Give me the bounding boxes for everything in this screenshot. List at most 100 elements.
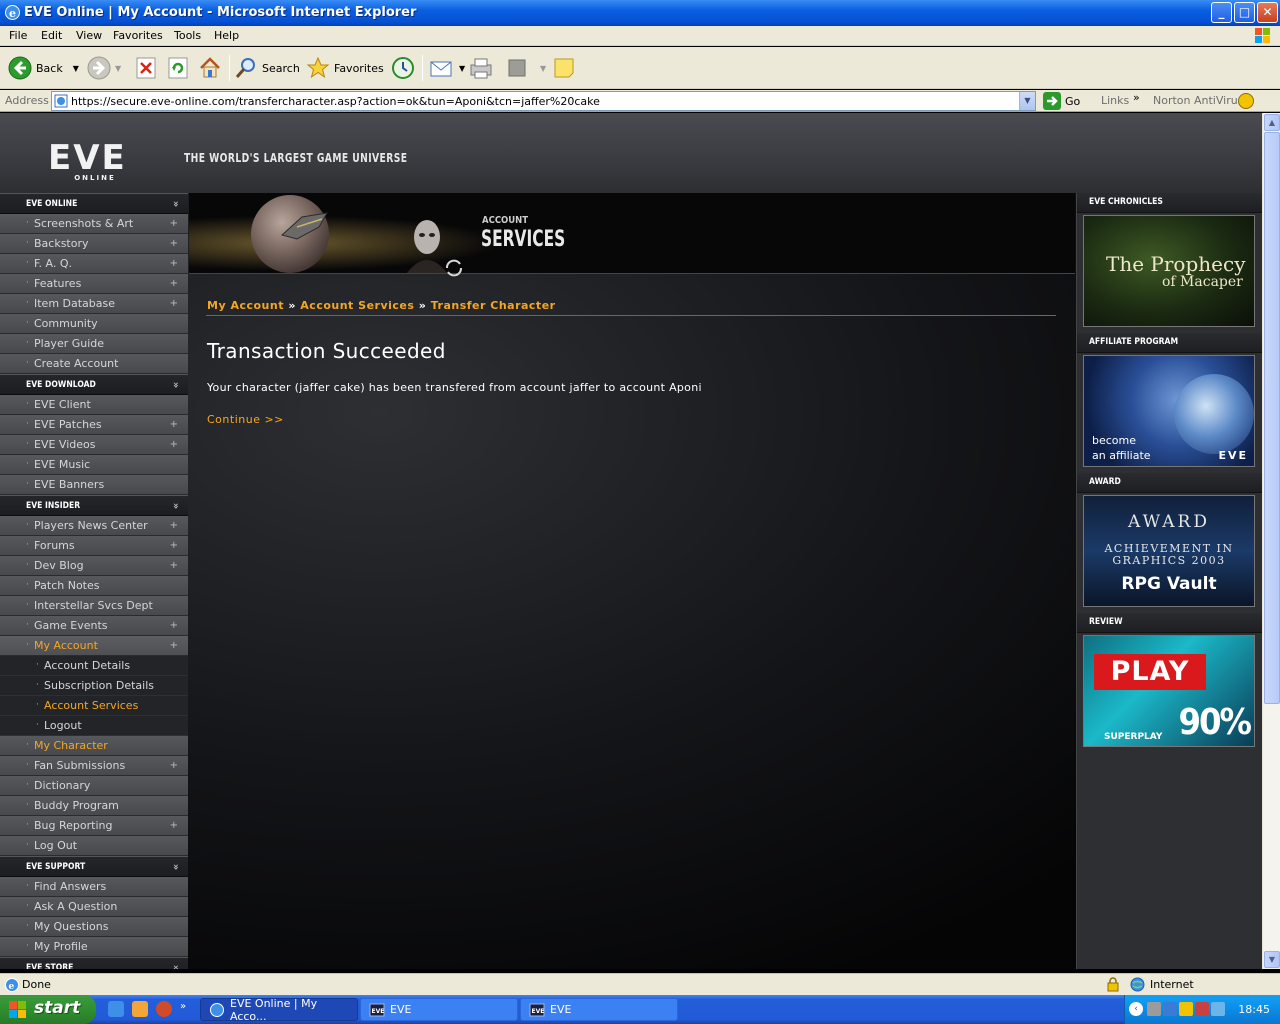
sidebar-item-eve-videos[interactable]: · EVE Videos +	[0, 435, 188, 455]
refresh-button[interactable]	[168, 54, 188, 82]
collapse-chevron-icon[interactable]: »	[165, 201, 185, 207]
nav-section-eve-store[interactable]: EVE STORE »	[0, 957, 188, 969]
expand-plus-icon[interactable]: +	[170, 435, 178, 454]
home-button[interactable]	[198, 54, 222, 82]
eve-online-logo[interactable]: EVE ONLINE	[48, 137, 146, 183]
affiliate-banner[interactable]: become an affiliate EVE	[1083, 355, 1255, 467]
maximize-button[interactable]: □	[1234, 2, 1255, 23]
award-banner[interactable]: AWARD ACHIEVEMENT IN GRAPHICS 2003 RPG V…	[1083, 495, 1255, 607]
chronicles-banner[interactable]: The Prophecy of Macaper	[1083, 215, 1255, 327]
breadcrumb-my-account[interactable]: My Account	[207, 299, 284, 312]
continue-link[interactable]: Continue >>	[207, 413, 284, 426]
menu-file[interactable]: File	[9, 29, 27, 42]
scroll-up-icon[interactable]: ▲	[1264, 114, 1280, 131]
menu-tools[interactable]: Tools	[174, 29, 201, 42]
mail-button[interactable]: ▼	[429, 54, 465, 82]
expand-plus-icon[interactable]: +	[170, 254, 178, 273]
nav-section-eve-online[interactable]: EVE ONLINE »	[0, 193, 188, 214]
review-banner[interactable]: PLAY SUPERPLAY 90%	[1083, 635, 1255, 747]
address-input[interactable]: https://secure.eve-online.com/transferch…	[51, 91, 1036, 111]
sidebar-item-fan-submissions[interactable]: · Fan Submissions +	[0, 756, 188, 776]
sidebar-item-dictionary[interactable]: · Dictionary	[0, 776, 188, 796]
vertical-scrollbar[interactable]: ▲ ▼	[1262, 113, 1280, 969]
menu-help[interactable]: Help	[214, 29, 239, 42]
sidebar-item-my-character[interactable]: · My Character	[0, 736, 188, 756]
go-button[interactable]: Go	[1043, 92, 1080, 110]
search-button[interactable]: Search	[234, 54, 300, 82]
scroll-down-icon[interactable]: ▼	[1264, 951, 1280, 968]
sidebar-item-interstellar-svcs-dept[interactable]: · Interstellar Svcs Dept	[0, 596, 188, 616]
collapse-chevron-icon[interactable]: »	[165, 965, 185, 969]
expand-plus-icon[interactable]: +	[170, 516, 178, 535]
sidebar-item-account-details[interactable]: · Account Details	[0, 656, 188, 676]
nav-section-eve-insider[interactable]: EVE INSIDER »	[0, 495, 188, 516]
sidebar-item-community[interactable]: · Community	[0, 314, 188, 334]
quicklaunch-firefox-icon[interactable]	[156, 1001, 172, 1017]
tray-norton-icon[interactable]	[1179, 1002, 1193, 1016]
sidebar-item-f-a-q[interactable]: · F. A. Q. +	[0, 254, 188, 274]
sidebar-item-player-guide[interactable]: · Player Guide	[0, 334, 188, 354]
expand-plus-icon[interactable]: +	[170, 234, 178, 253]
quicklaunch-ie-icon[interactable]	[108, 1001, 124, 1017]
secure-lock-icon[interactable]	[1106, 977, 1120, 992]
expand-plus-icon[interactable]: +	[170, 756, 178, 775]
notes-button[interactable]	[552, 54, 576, 82]
edit-button[interactable]: ▼	[506, 54, 546, 82]
sidebar-item-log-out[interactable]: · Log Out	[0, 836, 188, 856]
back-dropdown-icon[interactable]: ▼	[73, 64, 79, 73]
tray-network-icon[interactable]	[1163, 1002, 1177, 1016]
menu-view[interactable]: View	[76, 29, 102, 42]
sidebar-item-forums[interactable]: · Forums +	[0, 536, 188, 556]
forward-dropdown-icon[interactable]: ▼	[115, 64, 121, 73]
sidebar-item-my-account[interactable]: · My Account +	[0, 636, 188, 656]
expand-plus-icon[interactable]: +	[170, 274, 178, 293]
stop-button[interactable]	[136, 54, 156, 82]
tray-volume-icon[interactable]	[1211, 1002, 1225, 1016]
collapse-chevron-icon[interactable]: »	[165, 864, 185, 870]
sidebar-item-find-answers[interactable]: · Find Answers	[0, 877, 188, 897]
sidebar-item-ask-a-question[interactable]: · Ask A Question	[0, 897, 188, 917]
sidebar-item-screenshots-art[interactable]: · Screenshots & Art +	[0, 214, 188, 234]
taskbar-item-eve-online[interactable]: EVE Online | My Acco...	[200, 997, 358, 1023]
forward-button[interactable]: ▼	[87, 54, 121, 82]
links-toolbar[interactable]: Links	[1101, 94, 1129, 107]
sidebar-item-eve-patches[interactable]: · EVE Patches +	[0, 415, 188, 435]
sidebar-item-eve-client[interactable]: · EVE Client	[0, 395, 188, 415]
sidebar-item-eve-banners[interactable]: · EVE Banners	[0, 475, 188, 495]
print-button[interactable]	[468, 54, 494, 82]
sidebar-item-eve-music[interactable]: · EVE Music	[0, 455, 188, 475]
collapse-chevron-icon[interactable]: »	[165, 382, 185, 388]
scrollbar-thumb[interactable]	[1264, 132, 1280, 704]
norton-icon[interactable]	[1238, 93, 1254, 109]
quicklaunch-outlook-icon[interactable]	[132, 1001, 148, 1017]
quicklaunch-expand-icon[interactable]: »	[180, 1001, 186, 1012]
back-button[interactable]: Back ▼	[8, 54, 79, 82]
expand-plus-icon[interactable]: +	[170, 415, 178, 434]
nav-section-eve-support[interactable]: EVE SUPPORT »	[0, 856, 188, 877]
sidebar-item-item-database[interactable]: · Item Database +	[0, 294, 188, 314]
links-chevron-icon[interactable]: »	[1133, 91, 1140, 104]
tray-expand-icon[interactable]: ‹	[1129, 1002, 1143, 1016]
nav-section-eve-download[interactable]: EVE DOWNLOAD »	[0, 374, 188, 395]
sidebar-item-backstory[interactable]: · Backstory +	[0, 234, 188, 254]
norton-antivirus-toolbar[interactable]: Norton AntiVirus	[1153, 94, 1243, 107]
edit-dropdown-icon[interactable]: ▼	[540, 64, 546, 73]
taskbar-item-eve-2[interactable]: EVE EVE	[520, 998, 678, 1021]
sidebar-item-patch-notes[interactable]: · Patch Notes	[0, 576, 188, 596]
sidebar-item-features[interactable]: · Features +	[0, 274, 188, 294]
sidebar-item-my-profile[interactable]: · My Profile	[0, 937, 188, 957]
sidebar-item-bug-reporting[interactable]: · Bug Reporting +	[0, 816, 188, 836]
mail-dropdown-icon[interactable]: ▼	[459, 64, 465, 73]
sidebar-item-subscription-details[interactable]: · Subscription Details	[0, 676, 188, 696]
menu-favorites[interactable]: Favorites	[113, 29, 163, 42]
expand-plus-icon[interactable]: +	[170, 616, 178, 635]
sidebar-item-my-questions[interactable]: · My Questions	[0, 917, 188, 937]
minimize-button[interactable]: _	[1211, 2, 1232, 23]
tray-app-icon[interactable]	[1147, 1002, 1161, 1016]
favorites-button[interactable]: Favorites	[306, 54, 384, 82]
history-button[interactable]	[391, 54, 415, 82]
sidebar-item-account-services[interactable]: · Account Services	[0, 696, 188, 716]
expand-plus-icon[interactable]: +	[170, 214, 178, 233]
close-button[interactable]: ✕	[1257, 2, 1278, 23]
taskbar-item-eve-1[interactable]: EVE EVE	[360, 998, 518, 1021]
